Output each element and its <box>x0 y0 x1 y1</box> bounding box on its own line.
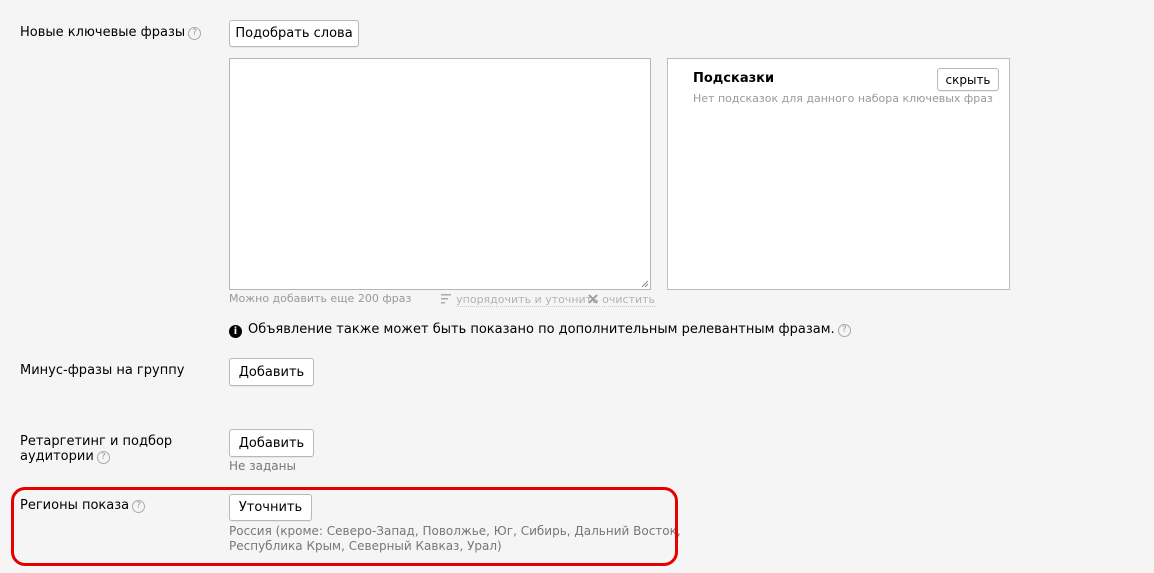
question-icon[interactable]: ? <box>188 27 202 40</box>
keywords-row-label: Новые ключевые фразы? <box>20 25 202 40</box>
minus-phrases-label: Минус-фразы на группу <box>20 363 185 378</box>
sort-icon <box>441 294 451 304</box>
keywords-label: Новые ключевые фразы <box>20 25 186 40</box>
close-icon <box>588 294 598 304</box>
phrase-count-hint: Можно добавить еще 200 фраз <box>229 292 412 305</box>
hints-panel: Подсказки скрыть Нет подсказок для данно… <box>667 58 1010 290</box>
pick-words-button[interactable]: Подобрать слова <box>229 20 359 47</box>
keywords-textarea[interactable] <box>229 58 651 290</box>
sort-and-refine-link-wrap[interactable]: упорядочить и уточнить <box>441 292 599 307</box>
resize-grip-icon[interactable] <box>640 279 649 288</box>
info-note: i Объявление также может быть показано по… <box>229 322 851 338</box>
add-retargeting-button[interactable]: Добавить <box>229 429 314 457</box>
regions-highlight-frame <box>11 487 678 566</box>
add-minus-phrases-button[interactable]: Добавить <box>229 358 314 386</box>
question-icon[interactable]: ? <box>96 451 110 464</box>
info-icon: i <box>229 325 242 338</box>
hints-empty-text: Нет подсказок для данного набора ключевы… <box>693 92 993 105</box>
sort-and-refine-link[interactable]: упорядочить и уточнить <box>456 293 599 307</box>
retargeting-label-line1: Ретаргетинг и подбор <box>20 434 173 449</box>
clear-link[interactable]: очистить <box>602 293 656 307</box>
hide-hints-button[interactable]: скрыть <box>937 68 999 91</box>
hints-title: Подсказки <box>693 71 775 86</box>
info-note-text: Объявление также может быть показано по … <box>248 322 835 337</box>
clear-link-wrap[interactable]: очистить <box>588 292 656 307</box>
question-icon[interactable]: ? <box>837 324 851 337</box>
retargeting-label-line2: аудитории <box>20 449 94 464</box>
retargeting-status: Не заданы <box>229 459 296 473</box>
retargeting-label: Ретаргетинг и подбор аудитории? <box>20 434 172 464</box>
